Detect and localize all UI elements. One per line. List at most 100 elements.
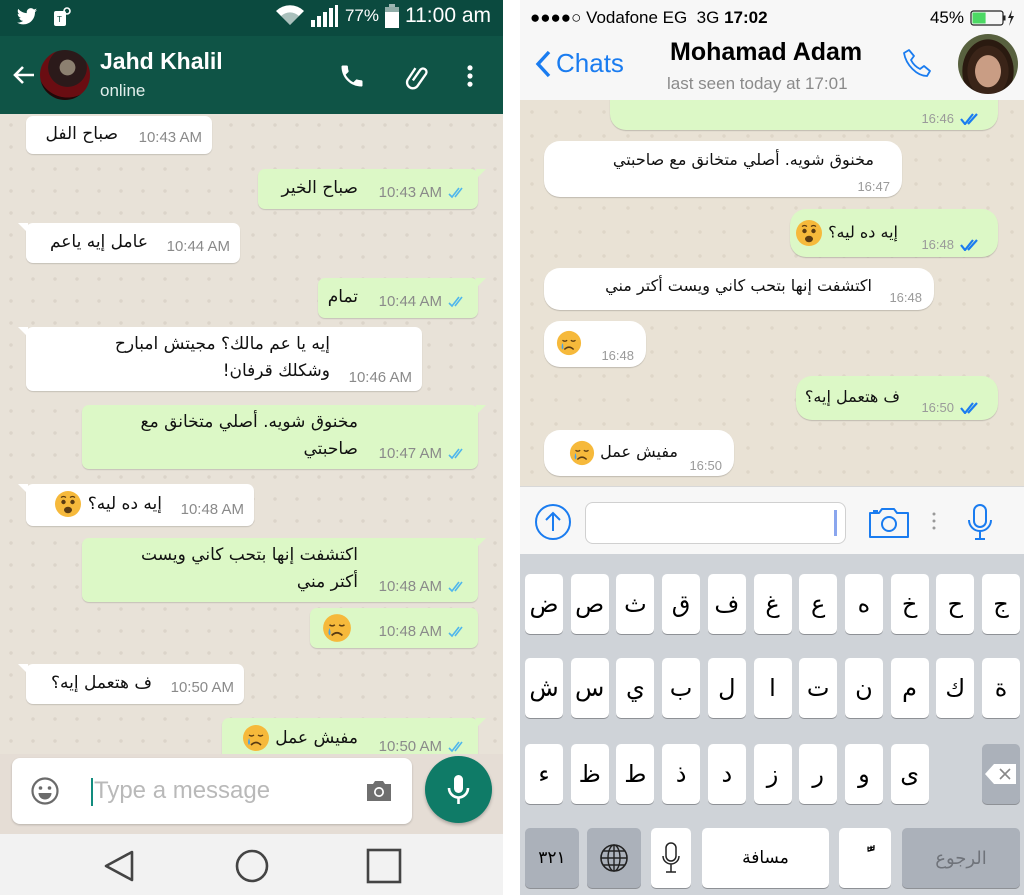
key-9[interactable]: ى	[890, 744, 929, 804]
key-7[interactable]: ت	[799, 658, 838, 718]
key-4[interactable]: ب	[662, 658, 701, 718]
nav-home-icon[interactable]	[232, 846, 272, 886]
message-bubble-incoming[interactable]: عامل إيه ياعم 10:44 AM	[18, 223, 240, 263]
message-bubble-incoming[interactable]: 16:48	[544, 321, 646, 367]
key-1[interactable]: ء	[525, 744, 563, 804]
key-7[interactable]: ر	[799, 744, 838, 804]
message-text: اكتشفت إنها بتحب كاني ويست أكتر مني	[605, 276, 872, 295]
message-bubble-outgoing[interactable]: إيه ده ليه؟ 16:48	[790, 209, 998, 257]
chat-messages-area[interactable]: 16:46 مخنوق شويه. أصلي متخانق مع صاحبتي …	[520, 100, 1024, 486]
diacritic-key[interactable]: ًّ	[839, 828, 891, 888]
android-status-bar: T 77% 11:00 am	[0, 0, 503, 36]
key-3[interactable]: ي	[616, 658, 655, 718]
key-11[interactable]: ج	[982, 574, 1020, 634]
key-9[interactable]: م	[890, 658, 929, 718]
contact-name[interactable]: Mohamad Adam	[670, 38, 862, 67]
wifi-icon	[275, 5, 304, 25]
status-time: 11:00 am	[405, 4, 491, 27]
message-composer	[12, 758, 412, 824]
key-2[interactable]: ظ	[570, 744, 609, 804]
return-key[interactable]: الرجوع	[902, 828, 1020, 888]
message-bubble-outgoing[interactable]: 10:48 AM	[310, 608, 478, 648]
key-10[interactable]: ك	[936, 658, 975, 718]
call-icon[interactable]	[900, 46, 936, 82]
message-input-field[interactable]	[585, 502, 846, 544]
call-icon[interactable]	[338, 62, 366, 90]
key-3[interactable]: ط	[616, 744, 655, 804]
read-receipt-icon	[448, 448, 463, 460]
message-time: 10:43 AM	[378, 184, 442, 201]
emoji-smiley-icon[interactable]	[30, 776, 60, 806]
key-4[interactable]: ذ	[662, 744, 701, 804]
key-7[interactable]: ع	[799, 574, 838, 634]
message-text: صباح الفل	[45, 124, 119, 144]
camera-icon[interactable]	[364, 778, 394, 804]
camera-icon[interactable]	[868, 505, 910, 539]
message-bubble-outgoing[interactable]: ف هتعمل إيه؟ 16:50	[796, 376, 998, 420]
microphone-icon[interactable]	[966, 503, 994, 541]
key-1[interactable]: ض	[525, 574, 563, 634]
key-4[interactable]: ق	[662, 574, 701, 634]
key-5[interactable]: ل	[707, 658, 746, 718]
backspace-key[interactable]	[982, 744, 1020, 804]
key-2[interactable]: س	[570, 658, 609, 718]
key-6[interactable]: ز	[753, 744, 792, 804]
message-text: مخنوق شويه. أصلي متخانق مع صاحبتي	[612, 150, 874, 169]
contact-name[interactable]: Jahd Khalil	[100, 48, 223, 75]
message-time: 16:48	[601, 348, 634, 363]
message-bubble-outgoing[interactable]: 16:46	[610, 100, 998, 130]
key-11[interactable]: ة	[982, 658, 1020, 718]
more-options-icon[interactable]	[456, 62, 484, 90]
message-text-content: مفيش عمل	[275, 728, 358, 748]
message-bubble-outgoing[interactable]: مخنوق شويه. أصلي متخانق مع صاحبتي 10:47 …	[82, 405, 486, 469]
share-upload-icon[interactable]	[534, 503, 572, 541]
message-text: ف هتعمل إيه؟	[804, 387, 900, 406]
arabic-keyboard: ضصثقفغعهخحج شسيبلاتنمكة ءظطذدزروى ٣٢١ مس…	[520, 554, 1024, 895]
chat-header: Jahd Khalil online	[0, 36, 503, 114]
key-10[interactable]: ح	[936, 574, 975, 634]
key-2[interactable]: ص	[570, 574, 609, 634]
message-input[interactable]	[94, 772, 354, 810]
message-text: إيه ده ليه؟	[795, 219, 898, 247]
nav-back-icon[interactable]	[100, 846, 140, 886]
key-6[interactable]: ا	[753, 658, 792, 718]
message-bubble-incoming[interactable]: مفيش عمل 16:50	[544, 430, 734, 476]
key-8[interactable]: ه	[844, 574, 883, 634]
message-bubble-incoming[interactable]: ف هتعمل إيه؟ 10:50 AM	[18, 664, 244, 704]
dictation-key[interactable]	[651, 828, 691, 888]
message-input[interactable]	[586, 503, 845, 543]
voice-record-button[interactable]	[425, 756, 492, 823]
message-bubble-outgoing[interactable]: مفيش عمل 10:50 AM	[222, 718, 486, 754]
globe-key[interactable]	[587, 828, 641, 888]
message-time: 10:43 AM	[138, 129, 202, 146]
nav-recents-icon[interactable]	[364, 846, 404, 886]
message-bubble-incoming[interactable]: إيه يا عم مالك؟ مجيتش امبارح وشكلك قرفان…	[18, 327, 422, 391]
key-1[interactable]: ش	[525, 658, 563, 718]
key-6[interactable]: غ	[753, 574, 792, 634]
message-bubble-incoming[interactable]: صباح الفل 10:43 AM	[26, 116, 212, 154]
key-5[interactable]: ف	[707, 574, 746, 634]
chat-messages-area[interactable]: صباح الفل 10:43 AM صباح الخير 10:43 AM ع…	[0, 114, 503, 754]
key-9[interactable]: خ	[890, 574, 929, 634]
attach-icon[interactable]	[404, 62, 432, 90]
key-3[interactable]: ث	[616, 574, 655, 634]
contact-avatar[interactable]	[958, 34, 1018, 94]
read-receipt-icon	[448, 187, 463, 199]
space-key[interactable]: مسافة	[702, 828, 829, 888]
key-8[interactable]: ن	[844, 658, 883, 718]
numbers-key[interactable]: ٣٢١	[525, 828, 579, 888]
message-time: 10:47 AM	[378, 445, 442, 462]
key-5[interactable]: د	[707, 744, 746, 804]
message-bubble-outgoing[interactable]: اكتشفت إنها بتحب كاني ويست أكتر مني 10:4…	[82, 538, 486, 602]
message-bubble-incoming[interactable]: اكتشفت إنها بتحب كاني ويست أكتر مني 16:4…	[544, 268, 934, 310]
message-bubble-incoming[interactable]: مخنوق شويه. أصلي متخانق مع صاحبتي 16:47	[544, 141, 902, 197]
key-8[interactable]: و	[844, 744, 883, 804]
contact-avatar[interactable]	[40, 50, 90, 100]
status-time: 17:02	[724, 8, 768, 27]
message-time: 16:48	[921, 237, 954, 252]
message-bubble-incoming[interactable]: إيه ده ليه؟ 10:48 AM	[18, 484, 254, 526]
message-bubble-outgoing[interactable]: تمام 10:44 AM	[318, 278, 486, 318]
back-arrow-icon[interactable]	[10, 61, 38, 89]
back-to-chats-button[interactable]: Chats	[534, 48, 624, 79]
message-bubble-outgoing[interactable]: صباح الخير 10:43 AM	[258, 169, 486, 209]
